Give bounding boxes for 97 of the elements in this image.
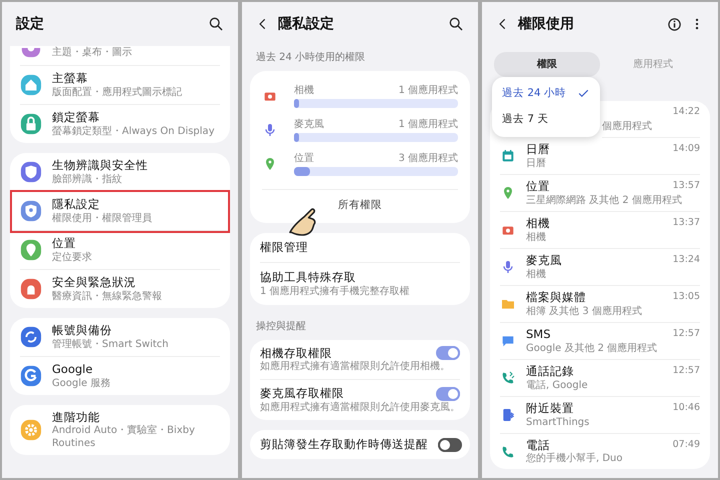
settings-item[interactable]: 生物辨識與安全性 臉部辨識・指紋	[20, 152, 220, 192]
permission-row[interactable]: 電話 07:49 您的手機小幫手, Duo	[500, 434, 700, 470]
item-subtitle: Google 及其他 2 個應用程式	[526, 342, 658, 355]
usage-time: 07:49	[672, 438, 700, 452]
permission-row[interactable]: 附近裝置 10:46 SmartThings	[500, 396, 700, 434]
item-title: 麥克風	[526, 252, 562, 268]
screen-title: 設定	[16, 14, 45, 34]
usage-time: 14:09	[672, 142, 700, 156]
permission-row[interactable]: 通話記錄 12:57 電話, Google	[500, 360, 700, 397]
permission-name: 麥克風	[294, 118, 324, 131]
item-title: 鎖定螢幕	[52, 110, 101, 125]
item-title: 權限管理	[260, 240, 308, 255]
item-title: 協助工具特殊存取	[260, 270, 357, 285]
toggle-switch[interactable]	[438, 438, 462, 452]
info-icon[interactable]	[667, 16, 682, 32]
settings-item[interactable]: 進階功能 Android Auto・實驗室・Bixby Routines	[20, 404, 220, 456]
settings-item[interactable]: 鎖定螢幕 螢幕鎖定類型・Always On Display	[20, 104, 220, 143]
item-title: 安全與緊急狀況	[52, 274, 137, 290]
permission-row[interactable]: 相機 13:37 相機	[500, 212, 700, 249]
search-icon[interactable]	[208, 16, 224, 32]
item-subtitle: 如應用程式擁有適當權限則允許使用相機。	[260, 360, 451, 374]
item-title: Google	[52, 362, 94, 376]
item-title: 麥克風存取權限	[260, 386, 344, 402]
item-subtitle: 螢幕鎖定類型・Always On Display	[52, 124, 216, 138]
item-subtitle: 三星網際網路 及其他 2 個應用程式	[526, 194, 683, 207]
item-subtitle: Google 服務	[52, 376, 112, 390]
item-subtitle: 日曆	[526, 156, 547, 170]
section-label: 操控與提醒	[255, 320, 307, 334]
menu-option[interactable]: 過去 7 天	[492, 106, 600, 132]
item-subtitle: 個應用程式	[602, 120, 653, 133]
section-label: 過去 24 小時使用的權限	[255, 50, 366, 65]
settings-item[interactable]: 帳號與備份 管理帳號・Smart Switch	[20, 318, 220, 357]
item-subtitle: 相機	[526, 230, 547, 244]
item-subtitle: 相簿 及其他 3 個應用程式	[526, 304, 643, 318]
item-title: 附近裝置	[526, 400, 574, 416]
item-subtitle: 權限使用・權限管理員	[52, 212, 153, 225]
usage-time: 13:24	[672, 252, 700, 267]
item-title: 帳號與備份	[52, 322, 113, 338]
permission-row[interactable]: 麥克風 13:24 相機	[500, 248, 700, 286]
item-subtitle: 1 個應用程式擁有手機完整存取權	[260, 284, 410, 298]
settings-item[interactable]: 主題・桌布・圖示	[20, 46, 220, 66]
settings-item[interactable]: 協助工具特殊存取 1 個應用程式擁有手機完整存取權	[260, 262, 460, 305]
screen-title: 權限使用	[518, 14, 575, 34]
settings-item[interactable]: 安全與緊急狀況 醫療資訊・無線緊急警報	[20, 270, 220, 308]
item-subtitle: 如應用程式擁有適當權限則允許使用麥克風。	[260, 401, 460, 414]
permission-row[interactable]: 檔案與媒體 13:05 相簿 及其他 3 個應用程式	[500, 286, 700, 323]
usage-time: 14:22	[672, 105, 700, 119]
toggle-switch[interactable]	[436, 346, 460, 360]
permission-row[interactable]: 位置 13:57 三星網際網路 及其他 2 個應用程式	[500, 174, 700, 212]
item-title: 電話	[526, 438, 550, 452]
usage-time: 12:57	[672, 326, 700, 341]
item-subtitle: 管理帳號・Smart Switch	[52, 338, 170, 351]
item-subtitle: 主題・桌布・圖示	[52, 46, 133, 59]
item-subtitle: SmartThings	[526, 416, 590, 428]
item-title: 剪貼簿發生存取動作時傳送提醒	[260, 437, 428, 452]
menu-option[interactable]: 過去 24 小時	[492, 81, 600, 107]
item-subtitle: 醫療資訊・無線緊急警報	[52, 290, 163, 303]
toggle-switch[interactable]	[436, 386, 460, 401]
usage-time: 13:05	[672, 290, 700, 304]
item-title: 主螢幕	[52, 71, 89, 86]
item-subtitle: Android Auto・實驗室・Bixby Routines	[52, 424, 196, 450]
app-count: 1 個應用程式	[398, 84, 458, 97]
item-title: 進階功能	[52, 410, 101, 424]
item-title: 隱私設定	[52, 196, 101, 212]
item-title: 位置	[52, 236, 77, 251]
item-title: 日曆	[526, 142, 550, 157]
usage-time: 12:57	[672, 364, 700, 378]
app-count: 1 個應用程式	[398, 118, 458, 131]
settings-item[interactable]: 主螢幕 版面配置・應用程式圖示標記	[20, 66, 220, 105]
item-title: 生物辨識與安全性	[52, 158, 149, 173]
item-subtitle: 您的手機小幫手, Duo	[526, 452, 624, 466]
settings-item[interactable]: 隱私設定 權限使用・權限管理員	[12, 192, 228, 231]
permission-name: 位置	[294, 152, 314, 165]
item-subtitle: 相機	[526, 268, 547, 281]
item-subtitle: 版面配置・應用程式圖示標記	[52, 86, 183, 99]
item-title: 檔案與媒體	[526, 290, 586, 305]
settings-item[interactable]: Google Google 服務	[20, 356, 220, 394]
item-subtitle: 臉部辨識・指紋	[52, 172, 123, 186]
tab[interactable]: 權限	[494, 52, 600, 77]
usage-time: 13:37	[672, 216, 700, 230]
item-title: SMS	[526, 326, 551, 342]
permission-row[interactable]: SMS 12:57 Google 及其他 2 個應用程式	[500, 322, 700, 360]
permission-row[interactable]: 14:22 個應用程式	[602, 101, 700, 138]
screen-title: 隱私設定	[278, 14, 335, 34]
item-title: 相機存取權限	[260, 346, 332, 360]
item-title: 通話記錄	[526, 364, 574, 379]
search-icon[interactable]	[448, 16, 464, 32]
usage-time: 13:57	[672, 178, 700, 193]
settings-item[interactable]: 位置 定位要求	[20, 230, 220, 270]
item-title: 位置	[526, 178, 550, 194]
app-count: 3 個應用程式	[398, 152, 458, 165]
permission-name: 相機	[294, 84, 314, 97]
permission-row[interactable]: 日曆 14:09 日曆	[500, 138, 700, 175]
item-subtitle: 電話, Google	[526, 378, 589, 392]
item-title: 相機	[526, 216, 550, 231]
item-subtitle: 定位要求	[52, 250, 93, 264]
usage-time: 10:46	[672, 400, 700, 415]
